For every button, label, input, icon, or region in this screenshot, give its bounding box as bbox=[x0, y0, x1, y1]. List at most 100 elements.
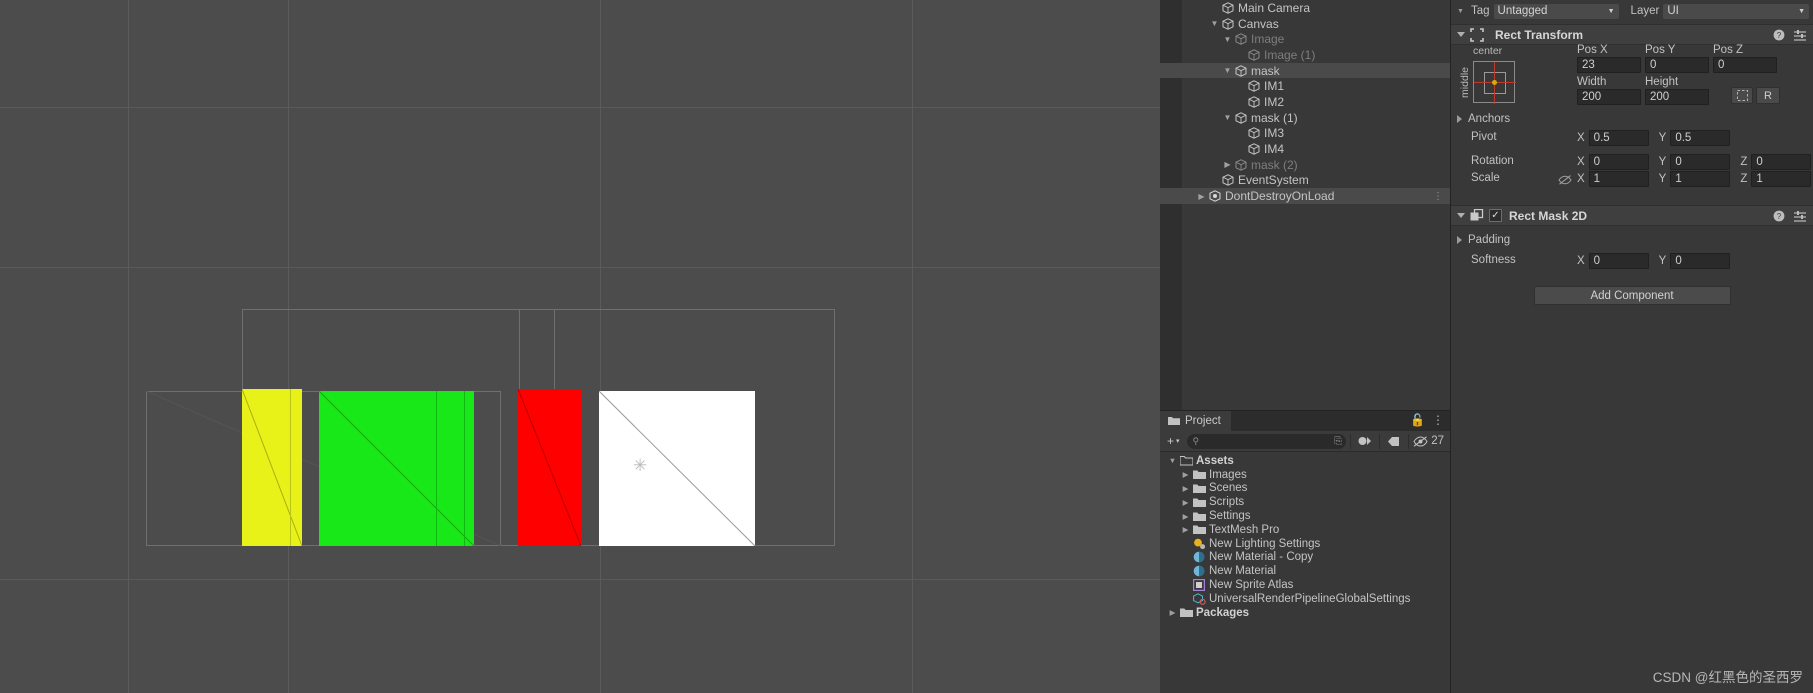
hierarchy-list[interactable]: • Main Camera▼ Canvas▼ Image• Image (1)▼… bbox=[1160, 0, 1450, 410]
add-component-button[interactable]: Add Component bbox=[1533, 286, 1731, 305]
help-icon[interactable]: ? bbox=[1773, 210, 1785, 222]
scale-y-field[interactable]: 1 bbox=[1670, 171, 1731, 187]
foldout-open-icon[interactable] bbox=[1457, 213, 1465, 218]
project-item-packages[interactable]: ▶ Packages bbox=[1160, 606, 1450, 620]
anchors-foldout[interactable]: Anchors bbox=[1457, 113, 1510, 125]
hidden-packages-indicator[interactable]: 27 bbox=[1413, 435, 1446, 447]
kebab-menu-icon[interactable]: ⋮ bbox=[1432, 414, 1444, 426]
object-foldout-icon[interactable]: ▼ bbox=[1457, 8, 1467, 15]
hierarchy-item-im1[interactable]: • IM1 bbox=[1160, 78, 1450, 94]
foldout-closed-icon[interactable]: ▶ bbox=[1166, 608, 1179, 617]
project-item-assets[interactable]: ▼ Assets bbox=[1160, 454, 1450, 468]
project-item-textmesh-pro[interactable]: ▶ TextMesh Pro bbox=[1160, 523, 1450, 537]
rotation-x-field[interactable]: 0 bbox=[1588, 154, 1649, 170]
hierarchy-item-im3[interactable]: • IM3 bbox=[1160, 126, 1450, 142]
scene-image-green[interactable] bbox=[319, 391, 474, 546]
rect-mask-2d-enabled-checkbox[interactable]: ✓ bbox=[1489, 209, 1502, 222]
foldout-closed-icon[interactable]: ▶ bbox=[1179, 512, 1192, 521]
hierarchy-item-canvas[interactable]: ▼ Canvas bbox=[1160, 16, 1450, 32]
anchor-preset-box[interactable] bbox=[1473, 61, 1516, 104]
rect-transform-header[interactable]: Rect Transform ? bbox=[1451, 24, 1813, 45]
scale-x-field[interactable]: 1 bbox=[1588, 171, 1649, 187]
project-tree[interactable]: ▼ Assets ▶ Images ▶ Scenes ▶ Scripts ▶ Setti… bbox=[1160, 452, 1450, 620]
filter-by-label-button[interactable] bbox=[1384, 436, 1404, 447]
raw-edit-button[interactable]: R bbox=[1756, 87, 1780, 104]
project-item-new-lighting-settings[interactable]: • New Lighting Settings bbox=[1160, 537, 1450, 551]
foldout-open-icon[interactable]: ▼ bbox=[1221, 113, 1234, 122]
foldout-open-icon[interactable]: ▼ bbox=[1166, 456, 1179, 465]
search-input[interactable] bbox=[1203, 435, 1341, 447]
project-item-new-sprite-atlas[interactable]: • New Sprite Atlas bbox=[1160, 578, 1450, 592]
filter-by-type-button[interactable] bbox=[1355, 435, 1375, 447]
foldout-closed-icon[interactable] bbox=[1457, 115, 1462, 123]
tag-dropdown[interactable]: Untagged ▼ bbox=[1493, 3, 1619, 19]
pos-x-field[interactable]: 23 bbox=[1577, 57, 1641, 73]
inspector-panel[interactable]: ▼ Tag Untagged ▼ Layer UI ▼ Rect Transfo… bbox=[1450, 0, 1813, 693]
pivot-x-field[interactable]: 0.5 bbox=[1588, 130, 1649, 146]
foldout-closed-icon[interactable] bbox=[1457, 236, 1462, 244]
size-fields[interactable]: 200 200 bbox=[1577, 89, 1709, 105]
hierarchy-item-main-camera[interactable]: • Main Camera bbox=[1160, 0, 1450, 16]
padding-foldout[interactable]: Padding bbox=[1457, 234, 1510, 246]
softness-x-field[interactable]: 0 bbox=[1588, 253, 1649, 269]
project-item-images[interactable]: ▶ Images bbox=[1160, 468, 1450, 482]
project-panel[interactable]: Project 🔓 ⋮ + ▾ ⚲ ⎘ 27 ▼ Assets ▶ Images… bbox=[1160, 410, 1450, 693]
project-item-universalrenderpipelineglobalsettings[interactable]: • UniversalRenderPipelineGlobalSettings bbox=[1160, 592, 1450, 606]
foldout-closed-icon[interactable]: ▶ bbox=[1195, 192, 1208, 201]
foldout-open-icon[interactable]: ▼ bbox=[1221, 66, 1234, 75]
rect-edit-buttons[interactable]: R bbox=[1731, 87, 1780, 104]
preset-icon[interactable] bbox=[1794, 29, 1806, 41]
scale-z-field[interactable]: 1 bbox=[1751, 171, 1812, 187]
pivot-y-field[interactable]: 0.5 bbox=[1670, 130, 1731, 146]
hierarchy-item-mask[interactable]: ▼ mask bbox=[1160, 62, 1450, 79]
project-item-new-material[interactable]: • New Material bbox=[1160, 564, 1450, 578]
pos-y-field[interactable]: 0 bbox=[1645, 57, 1709, 73]
hierarchy-item-im4[interactable]: • IM4 bbox=[1160, 141, 1450, 157]
rotation-y-field[interactable]: 0 bbox=[1670, 154, 1731, 170]
pos-fields[interactable]: 23 0 0 bbox=[1577, 57, 1777, 73]
foldout-closed-icon[interactable]: ▶ bbox=[1221, 160, 1234, 169]
width-field[interactable]: 200 bbox=[1577, 89, 1641, 105]
scene-image-red[interactable] bbox=[518, 389, 581, 546]
hierarchy-item-image-1[interactable]: • Image (1) bbox=[1160, 47, 1450, 63]
blueprint-mode-button[interactable] bbox=[1731, 87, 1753, 104]
foldout-closed-icon[interactable]: ▶ bbox=[1179, 484, 1192, 493]
pivot-fields[interactable]: X 0.5 Y 0.5 bbox=[1577, 130, 1731, 146]
scale-fields[interactable]: X 1 Y 1 Z 1 bbox=[1577, 171, 1812, 187]
scene-image-white[interactable] bbox=[599, 391, 755, 546]
height-field[interactable]: 200 bbox=[1645, 89, 1709, 105]
project-search[interactable]: ⚲ ⎘ bbox=[1186, 433, 1347, 449]
constrain-proportions-button[interactable] bbox=[1558, 173, 1572, 191]
create-asset-button[interactable]: + ▾ bbox=[1164, 434, 1183, 448]
help-icon[interactable]: ? bbox=[1773, 29, 1785, 41]
hierarchy-panel[interactable]: • Main Camera▼ Canvas▼ Image• Image (1)▼… bbox=[1160, 0, 1450, 410]
project-item-scenes[interactable]: ▶ Scenes bbox=[1160, 482, 1450, 496]
hierarchy-item-mask-1[interactable]: ▼ mask (1) bbox=[1160, 110, 1450, 126]
hierarchy-item-image[interactable]: ▼ Image bbox=[1160, 31, 1450, 47]
preset-icon[interactable] bbox=[1794, 210, 1806, 222]
kebab-menu-icon[interactable]: ⋮ bbox=[1433, 191, 1443, 202]
rect-mask-2d-header[interactable]: ✓ Rect Mask 2D ? bbox=[1451, 205, 1813, 226]
hierarchy-item-im2[interactable]: • IM2 bbox=[1160, 94, 1450, 110]
pos-z-field[interactable]: 0 bbox=[1713, 57, 1777, 73]
save-search-icon[interactable]: ⎘ bbox=[1334, 436, 1342, 447]
lock-icon[interactable]: 🔓 bbox=[1410, 413, 1425, 427]
softness-y-field[interactable]: 0 bbox=[1670, 253, 1731, 269]
foldout-closed-icon[interactable]: ▶ bbox=[1179, 498, 1192, 507]
anchor-preset-widget[interactable]: middle bbox=[1459, 61, 1516, 104]
softness-fields[interactable]: X 0 Y 0 bbox=[1577, 253, 1731, 269]
rotation-fields[interactable]: X 0 Y 0 Z 0 bbox=[1577, 154, 1812, 170]
foldout-open-icon[interactable] bbox=[1457, 32, 1465, 37]
foldout-closed-icon[interactable]: ▶ bbox=[1179, 470, 1192, 479]
foldout-closed-icon[interactable]: ▶ bbox=[1179, 525, 1192, 534]
hierarchy-item-eventsystem[interactable]: • EventSystem bbox=[1160, 173, 1450, 189]
rotation-z-field[interactable]: 0 bbox=[1751, 154, 1812, 170]
layer-dropdown[interactable]: UI ▼ bbox=[1663, 3, 1809, 19]
tab-project[interactable]: Project bbox=[1160, 411, 1231, 431]
foldout-open-icon[interactable]: ▼ bbox=[1221, 35, 1234, 44]
project-item-settings[interactable]: ▶ Settings bbox=[1160, 509, 1450, 523]
scene-view[interactable]: ✳ bbox=[0, 0, 1160, 693]
hierarchy-item-dontdestroyonload[interactable]: ▶ DontDestroyOnLoad ⋮ bbox=[1160, 188, 1450, 204]
project-toolbar[interactable]: + ▾ ⚲ ⎘ 27 bbox=[1160, 431, 1450, 452]
scene-image-yellow[interactable] bbox=[242, 389, 302, 546]
